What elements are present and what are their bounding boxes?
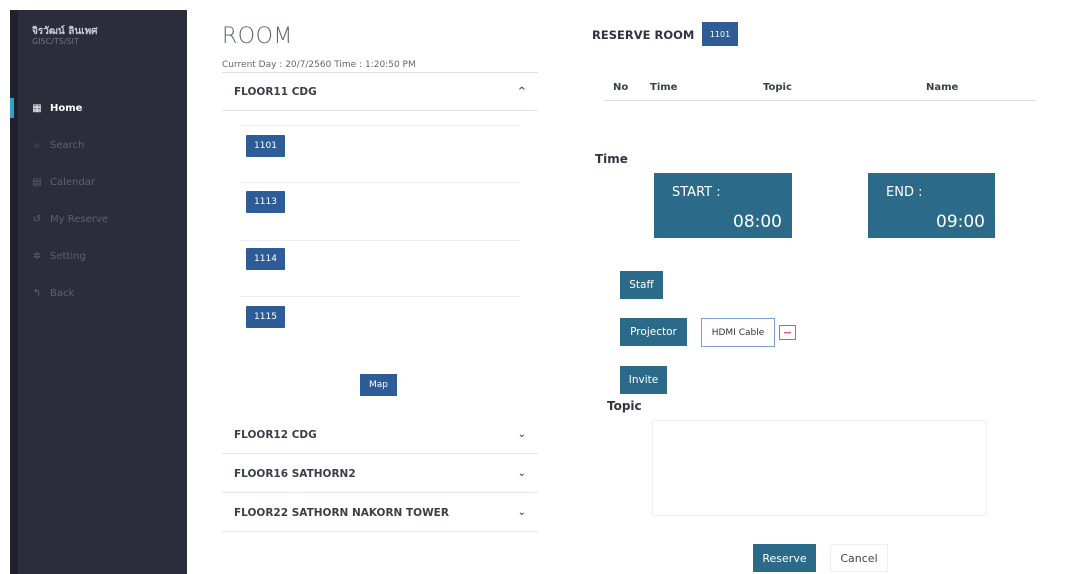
sidebar-item-label: My Reserve <box>50 214 108 225</box>
reserve-button[interactable]: Reserve <box>753 544 816 572</box>
sidebar-item-back[interactable]: ↰ Back <box>10 275 187 312</box>
divider <box>240 182 520 183</box>
floor-header-floor11[interactable]: FLOOR11 CDG ^ <box>222 73 538 111</box>
sidebar-item-label: Calendar <box>50 177 95 188</box>
chevron-down-icon: ⌄ <box>517 507 526 518</box>
sidebar-nav: ▦ Home ⌕ Search ▤ Calendar ↺ My Reserve … <box>10 90 187 312</box>
start-value: 08:00 <box>733 212 782 232</box>
time-label: Time <box>595 152 628 166</box>
start-label: START : <box>672 185 721 200</box>
floor-header-floor22[interactable]: FLOOR22 SATHORN NAKORN TOWER ⌄ <box>222 494 538 532</box>
divider <box>240 296 520 297</box>
sidebar-item-label: Setting <box>50 251 86 262</box>
sidebar-item-label: Search <box>50 140 85 151</box>
hdmi-cable-tag: HDMI Cable <box>701 318 775 347</box>
sidebar-item-setting[interactable]: ✲ Setting <box>10 238 187 275</box>
column-header-no: No <box>613 82 629 93</box>
chevron-down-icon: ⌄ <box>517 429 526 440</box>
topic-label: Topic <box>607 399 642 413</box>
projector-button[interactable]: Projector <box>620 318 687 346</box>
room-button-1114[interactable]: 1114 <box>246 248 285 270</box>
column-header-name: Name <box>926 82 959 93</box>
history-icon: ↺ <box>32 214 42 225</box>
divider <box>240 125 520 126</box>
sidebar-item-calendar[interactable]: ▤ Calendar <box>10 164 187 201</box>
floor-name: FLOOR16 SATHORN2 <box>234 467 356 480</box>
end-value: 09:00 <box>936 212 985 232</box>
calendar-icon: ▤ <box>32 177 42 188</box>
start-time-box[interactable]: START : 08:00 <box>654 173 792 238</box>
floor-name: FLOOR22 SATHORN NAKORN TOWER <box>234 506 449 519</box>
cancel-button[interactable]: Cancel <box>830 544 888 572</box>
user-department: GISC/TS/SIT <box>32 37 79 46</box>
room-button-1115[interactable]: 1115 <box>246 306 285 328</box>
end-time-box[interactable]: END : 09:00 <box>868 173 995 238</box>
table-divider <box>603 100 1036 101</box>
gear-icon: ✲ <box>32 251 42 262</box>
grid-icon: ▦ <box>32 103 42 114</box>
search-icon: ⌕ <box>34 140 40 151</box>
sidebar-item-label: Back <box>50 288 75 299</box>
sidebar-item-label: Home <box>50 103 83 114</box>
sidebar: จิรวัฒน์ ลินเพศ GISC/TS/SIT ▦ Home ⌕ Sea… <box>10 10 187 574</box>
column-header-topic: Topic <box>763 82 792 93</box>
chevron-up-icon: ^ <box>517 86 526 97</box>
floor-header-floor16[interactable]: FLOOR16 SATHORN2 ⌄ <box>222 455 538 493</box>
floor-name: FLOOR12 CDG <box>234 428 317 441</box>
page-title: ROOM <box>222 24 293 49</box>
current-datetime: Current Day : 20/7/2560 Time : 1:20:50 P… <box>222 60 416 70</box>
remove-icon[interactable]: − <box>779 325 796 340</box>
room-button-1101[interactable]: 1101 <box>246 135 285 157</box>
room-button-1113[interactable]: 1113 <box>246 191 285 213</box>
back-arrow-icon: ↰ <box>32 288 42 299</box>
staff-button[interactable]: Staff <box>620 271 663 299</box>
invite-button[interactable]: Invite <box>620 366 667 394</box>
end-label: END : <box>886 185 923 200</box>
map-button[interactable]: Map <box>360 374 397 396</box>
reserve-title: RESERVE ROOM <box>592 28 695 42</box>
column-header-time: Time <box>650 82 678 93</box>
sidebar-item-search[interactable]: ⌕ Search <box>10 127 187 164</box>
sidebar-item-home[interactable]: ▦ Home <box>10 90 187 127</box>
room-list: 1101 1113 1114 1115 Map <box>222 114 538 416</box>
sidebar-item-my-reserve[interactable]: ↺ My Reserve <box>10 201 187 238</box>
topic-input[interactable] <box>652 420 987 516</box>
floor-name: FLOOR11 CDG <box>234 85 317 98</box>
floor-header-floor12[interactable]: FLOOR12 CDG ⌄ <box>222 416 538 454</box>
selected-room-badge[interactable]: 1101 <box>702 22 738 46</box>
divider <box>240 240 520 241</box>
chevron-down-icon: ⌄ <box>517 468 526 479</box>
